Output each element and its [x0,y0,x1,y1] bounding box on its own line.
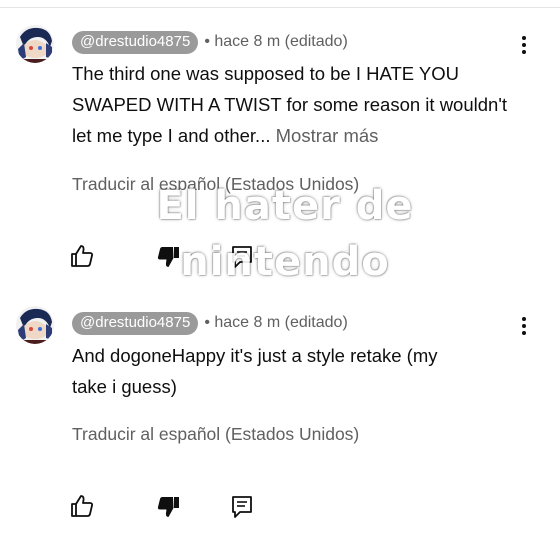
thumbs-up-icon[interactable] [68,492,96,520]
comment-actions [68,492,268,520]
comment-meta: @drestudio4875 • hace 8 m (editado) [72,30,348,54]
thumbs-down-icon[interactable] [154,242,182,270]
comment-body: And dogoneHappy it's just a style retake… [72,345,438,397]
translate-link[interactable]: Traducir al español (Estados Unidos) [72,422,359,446]
comment-time: • hace 8 m (editado) [204,314,348,331]
show-more-link[interactable]: Mostrar más [276,125,379,146]
comment-time: • hace 8 m (editado) [204,33,348,50]
comment-text: And dogoneHappy it's just a style retake… [72,340,472,402]
reply-icon[interactable] [228,492,256,520]
more-vertical-icon[interactable] [514,314,534,338]
comment-text: The third one was supposed to be I HATE … [72,58,522,151]
comment-actions [68,242,268,270]
more-vertical-icon[interactable] [514,33,534,57]
comment-meta: @drestudio4875 • hace 8 m (editado) [72,311,348,335]
avatar[interactable] [16,306,54,344]
translate-link[interactable]: Traducir al español (Estados Unidos) [72,172,359,196]
top-divider [0,7,560,8]
avatar[interactable] [16,25,54,63]
thumbs-up-icon[interactable] [68,242,96,270]
reply-icon[interactable] [228,242,256,270]
channel-handle[interactable]: @drestudio4875 [72,311,199,335]
thumbs-down-icon[interactable] [154,492,182,520]
channel-handle[interactable]: @drestudio4875 [72,30,199,54]
